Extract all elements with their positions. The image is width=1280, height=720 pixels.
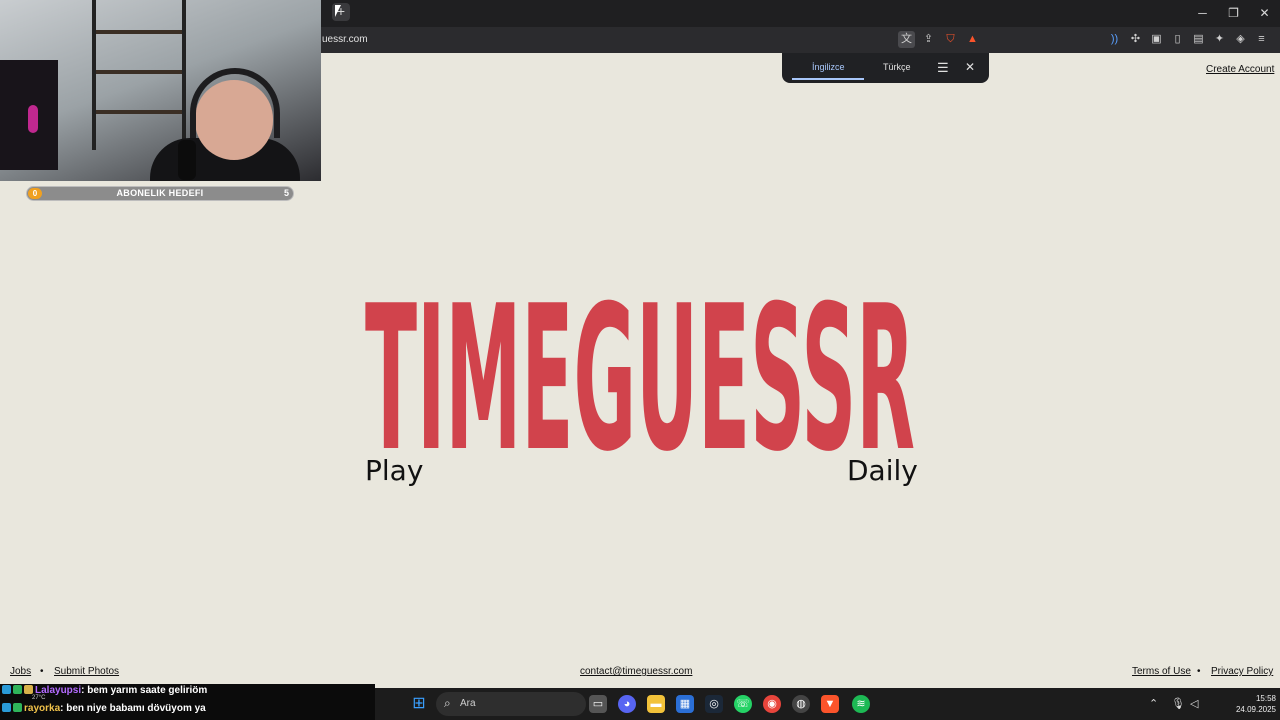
leo-ai-icon[interactable]: ✦ bbox=[1211, 31, 1228, 48]
search-icon: ⌕ bbox=[444, 696, 451, 710]
translate-icon[interactable]: 文 bbox=[898, 31, 915, 48]
shelf bbox=[92, 0, 186, 150]
date: 24.09.2025 bbox=[1235, 705, 1276, 714]
brave-rewards-icon[interactable]: ▲ bbox=[964, 31, 981, 48]
selected-tab-underline bbox=[792, 78, 864, 80]
mouse-cursor bbox=[335, 5, 341, 17]
wallet-icon[interactable]: ▤ bbox=[1190, 31, 1207, 48]
close-window-button[interactable]: ✕ bbox=[1249, 0, 1280, 27]
brave-icon[interactable]: ▼ bbox=[821, 695, 839, 713]
spotify-icon[interactable]: ≋ bbox=[852, 695, 870, 713]
sub-goal-label: ABONELIK HEDEFI bbox=[116, 188, 204, 198]
discord-icon[interactable]: ◕ bbox=[618, 695, 636, 713]
chat-message: rayorka: ben niye babamı dövüyom ya bbox=[2, 703, 206, 719]
sub-goal-current: 0 bbox=[28, 188, 42, 199]
task-view-icon[interactable]: ▭ bbox=[589, 695, 607, 713]
media-icon[interactable]: ▣ bbox=[1148, 31, 1165, 48]
webcam-overlay bbox=[0, 0, 321, 181]
sidebar-icon[interactable]: ▯ bbox=[1169, 31, 1186, 48]
chrome-icon[interactable]: ◉ bbox=[763, 695, 781, 713]
tray-chevron-icon[interactable]: ⌃ bbox=[1149, 697, 1158, 710]
chat-user: rayorka bbox=[24, 703, 61, 714]
contact-email-link[interactable]: contact@timeguessr.com bbox=[580, 666, 692, 677]
create-account-link[interactable]: Create Account bbox=[1206, 64, 1274, 75]
store-icon[interactable]: ▦ bbox=[676, 695, 694, 713]
stream-chat: Lalayupsi: bem yarım saate geliriöm rayo… bbox=[0, 684, 375, 720]
tab-turkce[interactable]: Türkçe bbox=[883, 62, 911, 72]
play-link[interactable]: Play bbox=[365, 454, 423, 487]
hamburger-icon[interactable]: ☰ bbox=[937, 60, 949, 76]
pc-case bbox=[0, 60, 58, 170]
obs-icon[interactable]: ◍ bbox=[792, 695, 810, 713]
tab-ingilizce[interactable]: İngilizce bbox=[812, 62, 845, 72]
windows-start-icon[interactable]: ⊞ bbox=[410, 695, 428, 713]
taskbar: ⊞ ⌕ Ara ▭ ◕ ▬ ▦ ◎ ☏ ◉ ◍ ▼ ≋ ⌃ 🎙 ◁ 15:58 … bbox=[375, 688, 1280, 720]
chat-text: : ben niye babamı dövüyom ya bbox=[60, 703, 206, 714]
extensions-icon[interactable]: ✣ bbox=[1127, 31, 1144, 48]
footer-separator: • bbox=[40, 666, 44, 677]
terms-link[interactable]: Terms of Use bbox=[1132, 666, 1191, 677]
translate-popup: İngilizce Türkçe ☰ ✕ bbox=[782, 53, 989, 83]
whatsapp-icon[interactable]: ☏ bbox=[734, 695, 752, 713]
weather-readout: 27°C bbox=[32, 695, 46, 701]
sub-goal-target: 5 bbox=[283, 188, 289, 198]
logo-svg: TIMEGUESSR bbox=[365, 263, 915, 453]
submit-photos-link[interactable]: Submit Photos bbox=[54, 666, 119, 677]
minimize-button[interactable]: ─ bbox=[1187, 0, 1218, 27]
daily-link[interactable]: Daily bbox=[847, 454, 918, 487]
time: 15:58 bbox=[1255, 694, 1276, 703]
privacy-link[interactable]: Privacy Policy bbox=[1211, 666, 1273, 677]
brave-shields-icon[interactable]: ⛉ bbox=[942, 31, 959, 48]
menu-icon[interactable]: ≡ bbox=[1253, 31, 1270, 48]
restore-button[interactable]: ❐ bbox=[1218, 0, 1249, 27]
chat-text: : bem yarım saate geliriöm bbox=[81, 685, 208, 696]
vpn-shield-icon[interactable]: ◈ bbox=[1232, 31, 1249, 48]
mic-icon[interactable]: 🎙 bbox=[1171, 697, 1185, 710]
jobs-link[interactable]: Jobs bbox=[10, 666, 31, 677]
file-explorer-icon[interactable]: ▬ bbox=[647, 695, 665, 713]
footer-separator: • bbox=[1197, 666, 1201, 677]
logo-text: TIMEGUESSR bbox=[365, 263, 915, 453]
speaker-icon[interactable]: ◁ bbox=[1190, 697, 1198, 710]
headset bbox=[190, 68, 280, 138]
audio-icon[interactable]: )) bbox=[1106, 31, 1123, 48]
microphone bbox=[178, 140, 196, 180]
taskbar-search[interactable]: ⌕ Ara bbox=[436, 692, 586, 716]
search-placeholder: Ara bbox=[460, 698, 476, 709]
close-icon[interactable]: ✕ bbox=[965, 60, 975, 74]
clock[interactable]: 15:58 24.09.2025 bbox=[1226, 693, 1276, 715]
steam-icon[interactable]: ◎ bbox=[705, 695, 723, 713]
window-controls: ─ ❐ ✕ bbox=[1187, 0, 1280, 27]
address-bar[interactable]: uessr.com bbox=[322, 34, 368, 45]
timeguessr-logo: TIMEGUESSR bbox=[365, 250, 915, 453]
share-icon[interactable]: ⇪ bbox=[920, 31, 937, 48]
sub-goal-bar: ABONELIK HEDEFI 0 5 bbox=[26, 186, 294, 201]
